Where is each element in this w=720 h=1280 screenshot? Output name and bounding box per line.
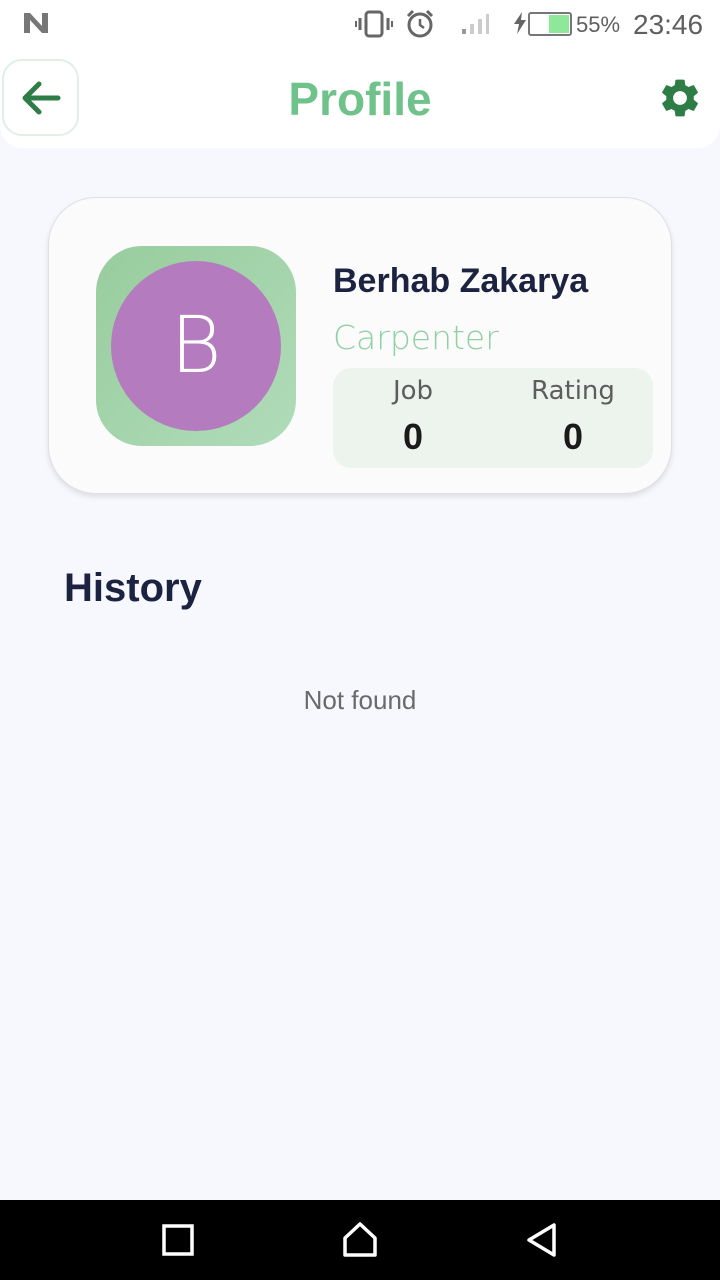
alarm-icon [406,9,434,38]
settings-button[interactable] [657,75,703,121]
charging-icon [514,12,526,34]
stat-label: Rating [531,376,615,406]
stat-rating: Rating 0 [493,376,653,458]
history-empty-text: Not found [303,685,417,715]
user-profession: Carpenter [333,318,499,357]
n-logo-icon [24,13,48,33]
gear-icon [662,79,698,117]
status-clock: 23:46 [633,9,704,40]
signal-icon [462,14,489,34]
stat-label: Job [392,376,434,406]
stat-job: Job 0 [333,376,493,458]
recents-icon[interactable] [158,1220,198,1260]
stat-value: 0 [562,416,584,457]
battery-percent: 55% [576,12,621,37]
vibrate-icon [355,10,393,38]
home-icon[interactable] [340,1220,380,1260]
profile-card: B Berhab Zakarya Carpenter Job 0 Rating … [48,197,672,494]
profile-screen: 55% 23:46 Profile B Berhab Zakarya Carpe… [0,0,720,1280]
back-nav-icon[interactable] [522,1220,562,1260]
stats-box: Job 0 Rating 0 [333,368,653,468]
stat-value: 0 [402,416,424,457]
battery-icon [528,12,572,36]
avatar-frame: B [96,246,296,446]
system-nav-bar [0,1200,720,1280]
app-bar: Profile [0,48,720,148]
history-title: History [64,566,202,610]
page-title: Profile [288,73,432,125]
status-bar: 55% 23:46 [0,0,720,48]
user-name: Berhab Zakarya [333,262,589,300]
avatar: B [111,261,281,431]
